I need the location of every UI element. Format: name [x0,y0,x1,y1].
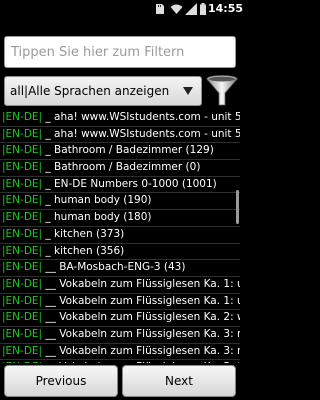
list-item[interactable]: |EN-DE| __ Vokabeln zum Flüssiglesen Ka.… [0,310,240,327]
language-tag: |EN-DE| [2,111,43,123]
list-item[interactable]: |EN-DE| _ Bathroom / Badezimmer (0) [0,160,240,177]
item-title: __ BA-Mosbach-ENG-3 (43) [42,261,186,274]
item-title: __ Vokabeln zum Flüssiglesen Ka. 1: unve… [45,277,240,290]
language-tag: |EN-DE| [2,227,43,240]
list-item[interactable]: |EN-DE| _ kitchen (356) [0,244,240,261]
filter-field[interactable] [4,36,236,68]
list-item[interactable]: |EN-DE| __ Vokabeln zum Flüssiglesen Ka.… [0,360,240,363]
item-title: _ kitchen (373) [42,227,125,240]
item-title: __ Vokabeln zum Flüssiglesen Ka. 3: notw… [45,327,240,340]
language-tag: |EN-DE| [2,127,43,140]
language-tag: |EN-DE| [2,294,43,307]
item-list[interactable]: |EN-DE| _ aha! www.WSIstudents.com - uni… [0,110,240,363]
wifi-icon [170,4,183,14]
list-item[interactable]: |EN-DE| __ BA-Mosbach-ENG-3 (43) [0,260,240,277]
item-title: _ human body (190) [42,194,152,207]
list-item[interactable]: |EN-DE| _ aha! www.WSIstudents.com - uni… [0,127,240,144]
language-select-value: all|Alle Sprachen anzeigen [10,84,170,98]
item-title: __ Vokabeln zum Flüssiglesen Ka. 5: tief… [42,361,240,363]
signal-icon [185,3,197,15]
item-title: _ Bathroom / Badezimmer (0) [42,161,201,174]
list-item[interactable]: |EN-DE| __ Vokabeln zum Flüssiglesen Ka.… [0,327,240,344]
scrollbar[interactable] [236,190,239,224]
next-button[interactable]: Next [122,365,236,397]
language-tag: |EN-DE| [2,327,43,340]
language-tag: |EN-DE| [2,244,43,257]
item-title: __ Vokabeln zum Flüssiglesen Ka. 2: wese… [45,311,240,324]
item-title: _ aha! www.WSIstudents.com - unit 5 - 20 [45,111,240,123]
list-item[interactable]: |EN-DE| _ EN-DE Numbers 0-1000 (1001) [0,177,240,194]
language-tag: |EN-DE| [2,311,43,324]
status-time: 14:55 [208,2,244,15]
language-tag: |EN-DE| [2,261,43,274]
language-tag: |EN-DE| [2,344,43,357]
previous-button[interactable]: Previous [4,365,118,397]
language-tag: |EN-DE| [2,194,43,207]
language-tag: |EN-DE| [2,277,43,290]
battery-icon [200,3,206,15]
item-title: _ EN-DE Numbers 0-1000 (1001) [42,177,217,190]
sd-card-icon [156,4,164,14]
funnel-icon[interactable] [205,74,239,108]
list-item[interactable]: |EN-DE| _ human body (190) [0,193,240,211]
list-item[interactable]: |EN-DE| _ kitchen (373) [0,227,240,244]
language-tag: |EN-DE| [2,177,43,190]
status-bar: 14:55 [0,0,244,19]
language-tag: |EN-DE| [2,211,43,224]
list-item[interactable]: |EN-DE| __ Vokabeln zum Flüssiglesen Ka.… [0,277,240,294]
item-title: _ human body (180) [42,211,152,224]
filter-input[interactable] [5,37,231,67]
item-title: _ Bathroom / Badezimmer (129) [42,144,214,157]
item-title: __ Vokabeln zum Flüssiglesen Ka. 3: notw… [45,344,240,357]
item-title: __ Vokabeln zum Flüssiglesen Ka. 1: unve… [45,294,240,307]
list-item[interactable]: |EN-DE| _ human body (180) [0,210,240,227]
item-title: _ aha! www.WSIstudents.com - unit 5 - 20 [45,127,240,140]
dropdown-arrow-icon [183,87,193,95]
list-item[interactable]: |EN-DE| _ aha! www.WSIstudents.com - uni… [0,110,240,127]
list-item[interactable]: |EN-DE| __ Vokabeln zum Flüssiglesen Ka.… [0,294,240,311]
language-tag: |EN-DE| [2,161,43,174]
list-item[interactable]: |EN-DE| __ Vokabeln zum Flüssiglesen Ka.… [0,344,240,361]
item-title: _ kitchen (356) [42,244,125,257]
language-tag: |EN-DE| [2,144,43,157]
language-select[interactable]: all|Alle Sprachen anzeigen [4,76,202,106]
list-item[interactable]: |EN-DE| _ Bathroom / Badezimmer (129) [0,143,240,161]
language-tag: |EN-DE| [2,361,42,363]
